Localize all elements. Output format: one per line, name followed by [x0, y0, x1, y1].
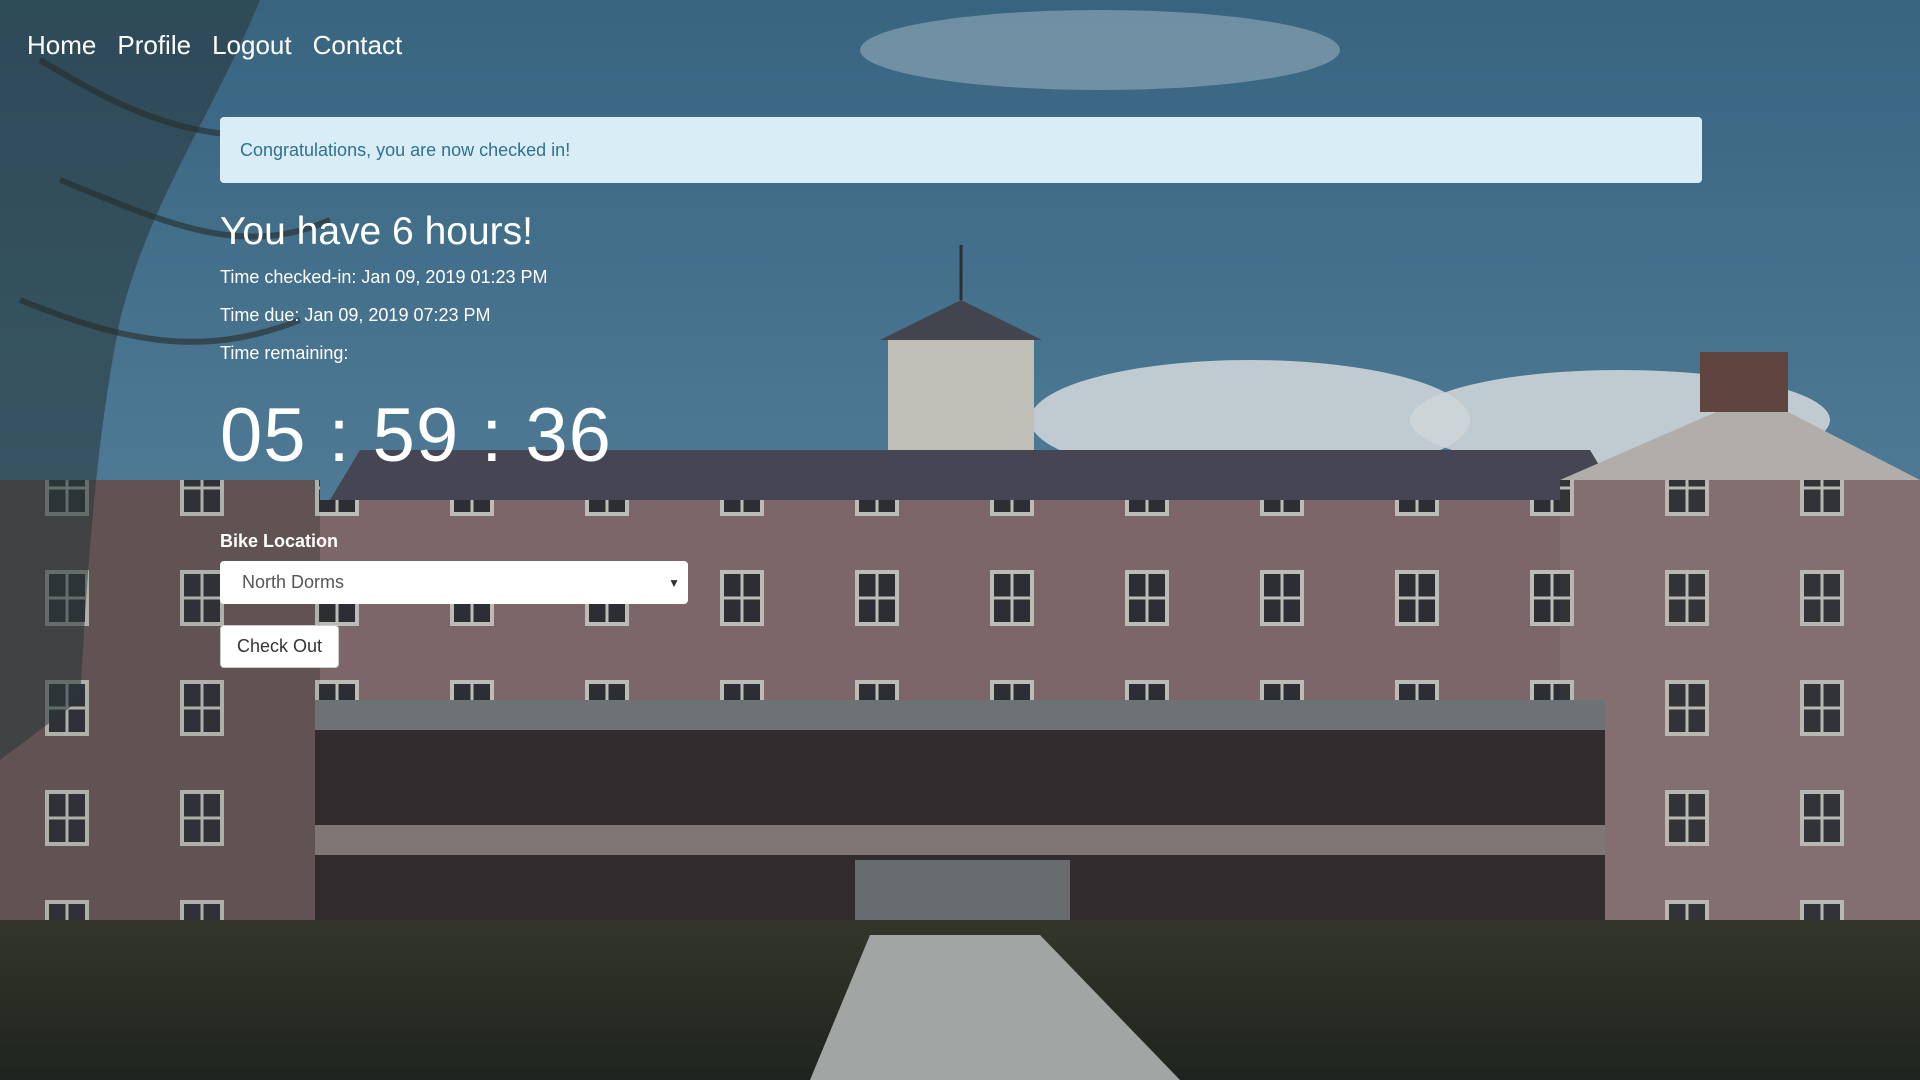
checked-in-time: Time checked-in: Jan 09, 2019 01:23 PM	[220, 267, 548, 287]
nav-logout-link[interactable]: Logout	[212, 28, 292, 62]
nav-contact-link[interactable]: Contact	[313, 28, 403, 62]
main-content: Congratulations, you are now checked in!…	[220, 117, 1702, 668]
countdown-timer: 05:59:36	[220, 396, 1702, 476]
timer-seconds: 36	[525, 393, 612, 478]
check-out-button[interactable]: Check Out	[220, 625, 340, 668]
nav-profile-link[interactable]: Profile	[117, 28, 191, 62]
timer-minutes: 59	[372, 393, 460, 478]
top-nav: Home Profile Logout Contact	[27, 28, 423, 62]
hours-headline: You have 6 hours!	[220, 210, 533, 253]
nav-home-link[interactable]: Home	[27, 28, 96, 62]
alert-message: Congratulations, you are now checked in!	[240, 139, 571, 160]
timer-separator: :	[481, 393, 504, 478]
bike-location-label: Bike Location	[220, 531, 339, 551]
bike-location-value: North Dorms	[242, 572, 345, 592]
caret-down-icon: ▼	[668, 575, 680, 590]
checkin-success-alert: Congratulations, you are now checked in!	[220, 117, 1702, 183]
bike-location-select[interactable]: North Dorms ▼	[220, 561, 688, 604]
time-remaining-label: Time remaining:	[220, 343, 349, 363]
timer-hours: 05	[220, 393, 307, 478]
due-time: Time due: Jan 09, 2019 07:23 PM	[220, 305, 491, 325]
timer-separator: :	[328, 393, 351, 478]
